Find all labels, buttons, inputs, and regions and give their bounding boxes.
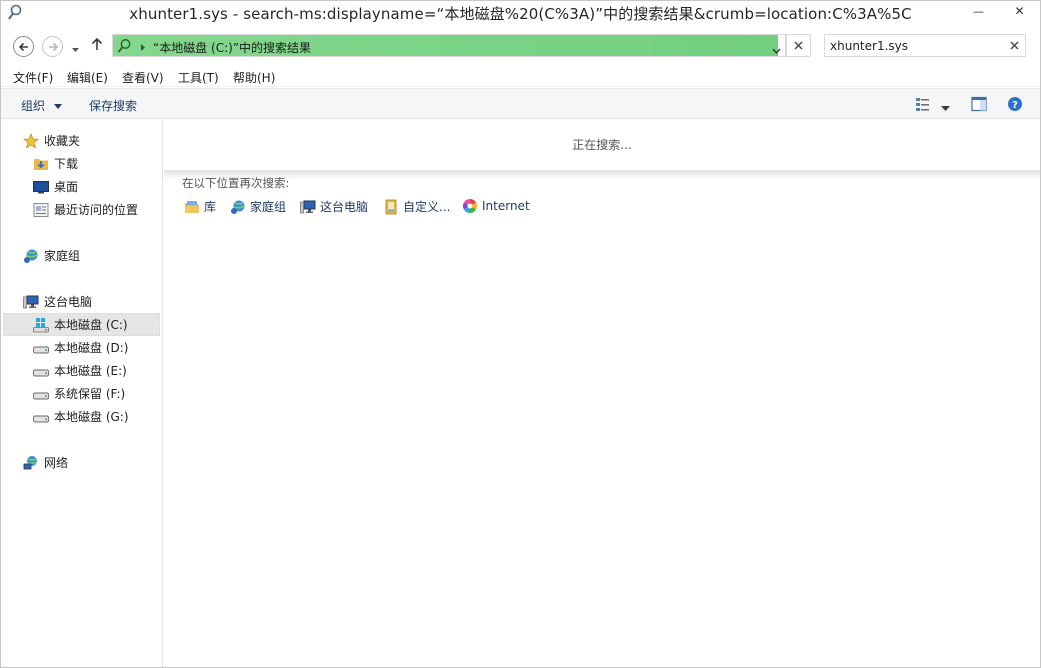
command-bar: 组织 保存搜索 ? [1, 88, 1040, 119]
homegroup-icon [23, 248, 39, 264]
nav-drive-f-label: 系统保留 (F:) [54, 387, 126, 401]
menu-file[interactable]: 文件(F) [13, 69, 53, 86]
hard-drive-icon [33, 340, 49, 356]
nav-this-pc[interactable]: 这台电脑 [3, 290, 160, 313]
address-dropdown-icon[interactable] [772, 43, 781, 56]
libraries-label: 库 [204, 200, 217, 214]
nav-desktop-label: 桌面 [54, 180, 79, 194]
section-divider [164, 170, 1040, 180]
menu-bar: 文件(F) 编辑(E) 查看(V) 工具(T) 帮助(H) [1, 65, 1040, 87]
recent-places-icon [33, 202, 49, 218]
internet-icon [463, 199, 477, 213]
nav-desktop[interactable]: 桌面 [3, 175, 160, 198]
search-query[interactable]: xhunter1.sys [830, 39, 908, 53]
nav-homegroup[interactable]: 家庭组 [3, 244, 160, 267]
nav-recent-places[interactable]: 最近访问的位置 [3, 198, 160, 221]
nav-drive-d-label: 本地磁盘 (D:) [54, 341, 129, 355]
search-results-area: 正在搜索... 在以下位置再次搜索: 库 家庭组 这台电脑 自定义... Int… [164, 120, 1040, 667]
search-location-icon [116, 38, 132, 56]
nav-drive-c-label: 本地磁盘 (C:) [54, 318, 128, 332]
view-options-icon[interactable] [915, 96, 931, 115]
internet-label: Internet [482, 199, 530, 213]
close-button[interactable]: ✕ [1006, 1, 1033, 21]
recent-locations-dropdown-icon[interactable] [71, 42, 80, 56]
arrow-left-icon [18, 42, 28, 51]
organize-button[interactable]: 组织 [21, 97, 62, 114]
navigation-row: “本地磁盘 (C:)”中的搜索结果 xhunter1.sys [1, 31, 1040, 61]
nav-network-label: 网络 [44, 456, 69, 470]
menu-tools[interactable]: 工具(T) [178, 69, 219, 86]
nav-downloads-label: 下载 [54, 157, 79, 171]
nav-drive-c[interactable]: 本地磁盘 (C:) [3, 313, 160, 336]
nav-drive-f[interactable]: 系统保留 (F:) [3, 382, 160, 405]
nav-network[interactable]: 网络 [3, 451, 160, 474]
svg-text:?: ? [1012, 100, 1018, 111]
search-again-label: 在以下位置再次搜索: [182, 176, 290, 190]
search-again-homegroup[interactable]: 家庭组 [230, 198, 286, 215]
search-again-internet[interactable]: Internet [462, 198, 530, 214]
nav-favorites-label: 收藏夹 [44, 134, 81, 148]
network-icon [23, 455, 39, 471]
custom-label: 自定义... [403, 200, 451, 214]
search-again-custom[interactable]: 自定义... [383, 198, 450, 215]
menu-edit[interactable]: 编辑(E) [67, 69, 108, 86]
hard-drive-icon [33, 363, 49, 379]
hard-drive-icon [33, 386, 49, 402]
forward-button[interactable] [42, 36, 63, 57]
navigation-pane: 收藏夹 下载 桌面 最近访问的位置 家庭组 这台电脑 本地磁盘 (C:) 本地磁… [3, 120, 163, 667]
preview-pane-icon[interactable] [971, 96, 987, 115]
title-bar: xhunter1.sys - search-ms:displayname=“本地… [1, 1, 1040, 27]
nav-homegroup-label: 家庭组 [44, 249, 81, 263]
minimize-button[interactable]: — [965, 1, 992, 21]
this-pc-label: 这台电脑 [320, 200, 369, 214]
nav-drive-g-label: 本地磁盘 (G:) [54, 410, 129, 424]
libraries-icon [185, 200, 199, 213]
homegroup-icon [231, 200, 245, 214]
hard-drive-icon [33, 409, 49, 425]
save-search-button[interactable]: 保存搜索 [89, 97, 137, 114]
search-again-libraries[interactable]: 库 [184, 198, 216, 215]
search-status: 正在搜索... [572, 138, 632, 152]
search-again-this-pc[interactable]: 这台电脑 [300, 198, 368, 215]
nav-drive-e-label: 本地磁盘 (E:) [54, 364, 127, 378]
nav-favorites[interactable]: 收藏夹 [3, 129, 160, 152]
up-arrow-icon[interactable] [91, 37, 103, 54]
breadcrumb-chevron-icon[interactable] [140, 41, 146, 55]
nav-drive-g[interactable]: 本地磁盘 (G:) [3, 405, 160, 428]
search-input[interactable]: xhunter1.sys [824, 34, 1026, 57]
menu-help[interactable]: 帮助(H) [233, 69, 275, 86]
address-bar[interactable]: “本地磁盘 (C:)”中的搜索结果 [112, 34, 786, 57]
nav-drive-d[interactable]: 本地磁盘 (D:) [3, 336, 160, 359]
close-icon: ✕ [1014, 4, 1025, 18]
downloads-folder-icon [33, 156, 49, 172]
computer-icon [300, 200, 316, 213]
organize-label: 组织 [21, 99, 46, 113]
desktop-icon [33, 179, 49, 195]
close-icon [794, 41, 803, 50]
explorer-window: xhunter1.sys - search-ms:displayname=“本地… [0, 0, 1041, 668]
nav-downloads[interactable]: 下载 [3, 152, 160, 175]
help-icon[interactable]: ? [1007, 96, 1023, 115]
window-title: xhunter1.sys - search-ms:displayname=“本地… [129, 5, 912, 23]
minimize-icon: — [973, 4, 984, 18]
breadcrumb[interactable]: “本地磁盘 (C:)”中的搜索结果 [153, 39, 311, 56]
custom-folder-icon [385, 199, 397, 214]
nav-drive-e[interactable]: 本地磁盘 (E:) [3, 359, 160, 382]
back-button[interactable] [13, 36, 34, 57]
homegroup-label: 家庭组 [250, 200, 287, 214]
view-dropdown-icon[interactable] [941, 101, 950, 115]
clear-search-icon[interactable] [1010, 39, 1019, 53]
stop-search-button[interactable] [786, 34, 811, 57]
system-drive-icon [33, 317, 49, 333]
arrow-right-icon [48, 42, 58, 51]
star-icon [22, 132, 40, 149]
menu-view[interactable]: 查看(V) [122, 69, 164, 86]
computer-icon [23, 294, 39, 310]
nav-recent-places-label: 最近访问的位置 [54, 203, 139, 217]
chevron-down-icon [53, 104, 62, 109]
nav-this-pc-label: 这台电脑 [44, 295, 93, 309]
